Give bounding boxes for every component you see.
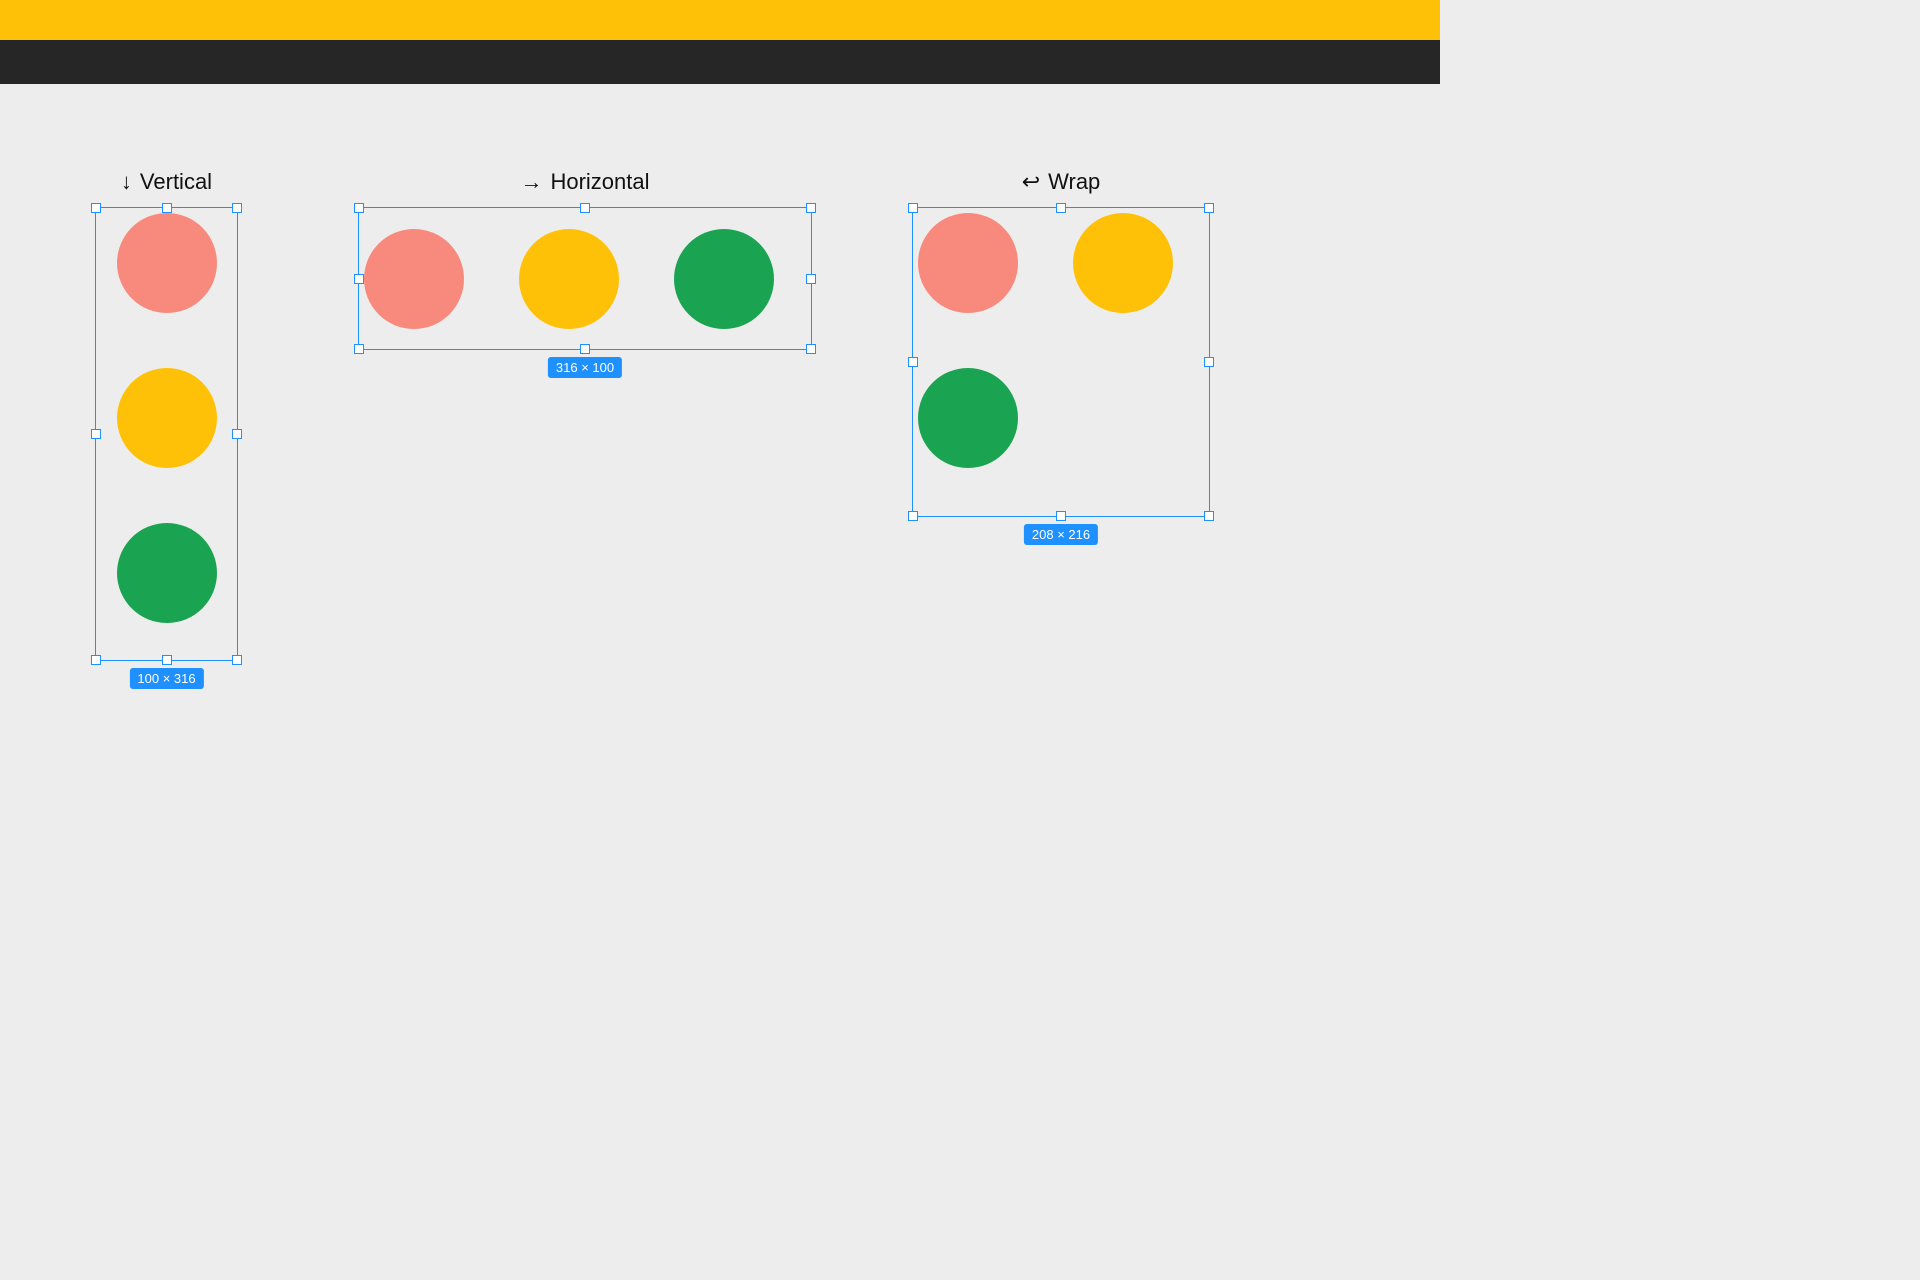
resize-handle-ml[interactable] <box>91 429 101 439</box>
dimension-badge: 316 × 100 <box>548 357 622 378</box>
layout-group-wrap: ↩ Wrap 208 × 216 <box>912 169 1210 517</box>
resize-handle-bm[interactable] <box>580 344 590 354</box>
resize-handle-bl[interactable] <box>354 344 364 354</box>
selection-box-wrap[interactable]: 208 × 216 <box>912 207 1210 517</box>
layout-group-horizontal: → Horizontal 316 × 100 <box>358 169 812 350</box>
dimension-badge: 208 × 216 <box>1024 524 1098 545</box>
circle-red[interactable] <box>918 213 1018 313</box>
group-title-horizontal: → Horizontal <box>358 169 812 195</box>
resize-handle-tl[interactable] <box>91 203 101 213</box>
selection-box-horizontal[interactable]: 316 × 100 <box>358 207 812 350</box>
resize-handle-ml[interactable] <box>908 357 918 367</box>
resize-handle-mr[interactable] <box>1204 357 1214 367</box>
resize-handle-tl[interactable] <box>908 203 918 213</box>
resize-handle-ml[interactable] <box>354 274 364 284</box>
resize-handle-tl[interactable] <box>354 203 364 213</box>
resize-handle-tr[interactable] <box>232 203 242 213</box>
design-canvas[interactable]: ↓ Vertical 100 × 316 → Horizontal <box>0 84 1440 960</box>
group-label: Wrap <box>1048 169 1100 195</box>
resize-handle-tm[interactable] <box>162 203 172 213</box>
resize-handle-bl[interactable] <box>908 511 918 521</box>
arrow-right-icon: → <box>520 171 542 193</box>
resize-handle-tr[interactable] <box>1204 203 1214 213</box>
group-label: Vertical <box>140 169 212 195</box>
resize-handle-tr[interactable] <box>806 203 816 213</box>
header-dark-bar <box>0 40 1440 84</box>
circle-yellow[interactable] <box>1073 213 1173 313</box>
resize-handle-br[interactable] <box>1204 511 1214 521</box>
resize-handle-mr[interactable] <box>232 429 242 439</box>
group-title-vertical: ↓ Vertical <box>95 169 238 195</box>
circle-green[interactable] <box>117 523 217 623</box>
resize-handle-bm[interactable] <box>1056 511 1066 521</box>
group-label: Horizontal <box>550 169 649 195</box>
arrow-down-icon: ↓ <box>121 171 132 193</box>
circle-green[interactable] <box>674 229 774 329</box>
resize-handle-mr[interactable] <box>806 274 816 284</box>
circle-red[interactable] <box>117 213 217 313</box>
resize-handle-tm[interactable] <box>1056 203 1066 213</box>
circle-green[interactable] <box>918 368 1018 468</box>
header-accent-bar <box>0 0 1440 40</box>
resize-handle-tm[interactable] <box>580 203 590 213</box>
layout-group-vertical: ↓ Vertical 100 × 316 <box>95 169 238 661</box>
circle-red[interactable] <box>364 229 464 329</box>
dimension-badge: 100 × 316 <box>129 668 203 689</box>
resize-handle-br[interactable] <box>232 655 242 665</box>
circle-yellow[interactable] <box>519 229 619 329</box>
resize-handle-bl[interactable] <box>91 655 101 665</box>
circle-yellow[interactable] <box>117 368 217 468</box>
wrap-arrow-icon: ↩ <box>1022 171 1040 193</box>
resize-handle-br[interactable] <box>806 344 816 354</box>
group-title-wrap: ↩ Wrap <box>912 169 1210 195</box>
resize-handle-bm[interactable] <box>162 655 172 665</box>
selection-box-vertical[interactable]: 100 × 316 <box>95 207 238 661</box>
